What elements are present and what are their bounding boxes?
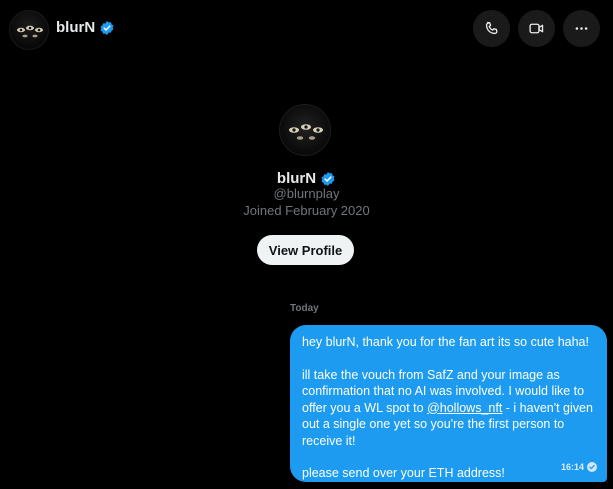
conversation-header: blurN bbox=[0, 0, 613, 56]
view-profile-button[interactable]: View Profile bbox=[257, 235, 354, 265]
dm-conversation-page: blurN blurN @blurnplay Joined February 2… bbox=[0, 0, 613, 489]
read-receipt-icon bbox=[587, 461, 597, 472]
message-meta: 16:14 bbox=[561, 459, 597, 476]
profile-name: blurN bbox=[0, 170, 613, 187]
video-button[interactable] bbox=[518, 10, 555, 47]
profile-handle: @blurnplay bbox=[273, 186, 340, 201]
header-title[interactable]: blurN bbox=[56, 19, 115, 36]
call-button[interactable] bbox=[473, 10, 510, 47]
video-icon bbox=[529, 23, 544, 34]
more-button[interactable] bbox=[563, 10, 600, 47]
message-text-line: please send over your ETH address! bbox=[302, 466, 505, 480]
date-separator: Today bbox=[290, 303, 319, 314]
verified-badge-icon bbox=[100, 20, 114, 35]
mention-link[interactable]: @hollows_nft bbox=[427, 401, 502, 415]
more-dots-icon bbox=[575, 27, 588, 30]
header-name-label: blurN bbox=[56, 19, 96, 36]
owl-eyes-avatar-icon bbox=[17, 25, 43, 38]
profile-avatar[interactable] bbox=[279, 104, 331, 156]
avatar[interactable] bbox=[9, 10, 49, 50]
profile-joined-date: Joined February 2020 bbox=[243, 203, 370, 218]
owl-eyes-avatar-icon bbox=[289, 124, 323, 140]
profile-name-label: blurN bbox=[276, 170, 317, 187]
message-bubble[interactable]: hey blurN, thank you for the fan art its… bbox=[290, 325, 607, 482]
message-timestamp: 16:14 bbox=[560, 461, 584, 472]
message-text-paragraph: ill take the vouch from SafZ and your im… bbox=[302, 367, 593, 450]
verified-badge-icon bbox=[321, 171, 335, 186]
message-text-line: hey blurN, thank you for the fan art its… bbox=[302, 335, 589, 349]
phone-icon bbox=[485, 21, 498, 35]
